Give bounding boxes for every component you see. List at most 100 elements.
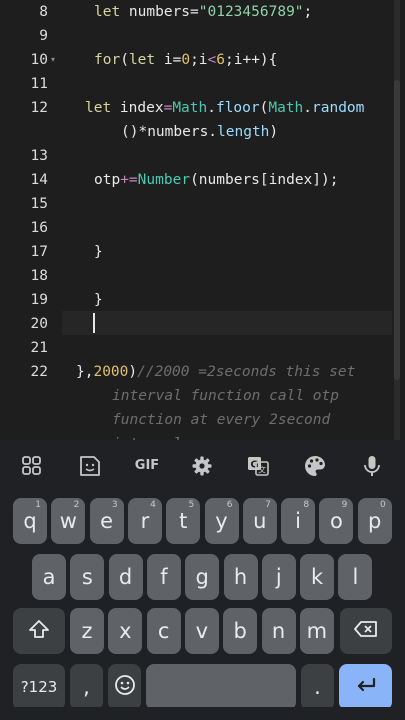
key-hint: 3 xyxy=(111,500,118,510)
code-token: Math xyxy=(268,100,304,116)
fold-arrow-icon[interactable]: ▾ xyxy=(51,55,55,64)
key-z[interactable]: z xyxy=(70,608,104,654)
key-label: k xyxy=(311,565,324,589)
comma-key[interactable]: , xyxy=(70,664,103,710)
code-text: } xyxy=(94,240,103,264)
key-f[interactable]: f xyxy=(146,554,181,600)
code-text: let index=Math.floor(Math.random xyxy=(85,96,364,120)
emoji-icon xyxy=(114,674,136,701)
code-line: 21 xyxy=(0,336,405,360)
key-label: c xyxy=(157,619,170,643)
scrollbar-thumb[interactable] xyxy=(394,80,400,380)
code-token: numbers= xyxy=(128,4,199,20)
code-token: //2000 =2seconds this set xyxy=(137,364,356,380)
gif-button[interactable]: GIF xyxy=(130,454,164,478)
code-token: ) xyxy=(128,364,138,380)
key-y[interactable]: y6 xyxy=(204,498,239,544)
code-line: 8 let numbers="0123456789"; xyxy=(0,0,405,24)
key-v[interactable]: v xyxy=(184,608,219,654)
palette-icon[interactable] xyxy=(300,454,330,478)
code-token: < xyxy=(207,52,217,68)
apps-grid-icon[interactable] xyxy=(17,454,47,478)
code-line: interval xyxy=(0,432,405,440)
key-u[interactable]: u7 xyxy=(242,498,277,544)
key-t[interactable]: t5 xyxy=(166,498,201,544)
space-bar[interactable] xyxy=(146,664,296,710)
key-o[interactable]: o9 xyxy=(319,498,354,544)
code-line: 16 xyxy=(0,216,405,240)
code-token: "0123456789" xyxy=(198,4,304,20)
code-token: = xyxy=(163,100,173,116)
key-label: v xyxy=(195,619,209,643)
key-b[interactable]: b xyxy=(223,608,258,654)
key-label: y xyxy=(215,509,228,533)
line-number: 9 xyxy=(39,28,48,44)
line-number: 8 xyxy=(39,4,48,20)
backspace-key[interactable] xyxy=(340,608,392,654)
symbols-key[interactable]: ?123 xyxy=(13,664,65,710)
key-label: r xyxy=(140,509,150,533)
code-line: 15 xyxy=(0,192,405,216)
code-token: ; xyxy=(303,4,313,20)
key-label: l xyxy=(352,565,359,589)
code-line: 14 otp+=Number(numbers[index]); xyxy=(0,168,405,192)
microphone-icon[interactable] xyxy=(357,454,387,478)
shift-arrow-icon xyxy=(28,619,50,644)
key-label: f xyxy=(160,565,168,589)
key-s[interactable]: s xyxy=(70,554,105,600)
key-g[interactable]: g xyxy=(185,554,220,600)
code-text: interval xyxy=(112,432,182,440)
code-text: let numbers="0123456789"; xyxy=(94,0,312,24)
code-token: 2000 xyxy=(93,364,129,380)
line-number: 22 xyxy=(30,364,48,380)
key-e[interactable]: e3 xyxy=(89,498,124,544)
key-label: e xyxy=(100,509,114,533)
code-token: 0 xyxy=(181,52,191,68)
enter-key[interactable] xyxy=(339,664,392,710)
key-r[interactable]: r4 xyxy=(127,498,162,544)
key-p[interactable]: p0 xyxy=(357,498,392,544)
key-label: p xyxy=(368,509,382,533)
key-label: m xyxy=(306,619,328,643)
code-token: otp xyxy=(94,172,121,188)
svg-text:文: 文 xyxy=(258,465,266,475)
key-i[interactable]: i8 xyxy=(281,498,316,544)
key-hint: 6 xyxy=(226,500,233,510)
key-a[interactable]: a xyxy=(32,554,66,600)
key-label: d xyxy=(118,565,133,589)
line-number: 10 xyxy=(30,52,48,68)
emoji-key[interactable] xyxy=(108,664,141,710)
key-j[interactable]: j xyxy=(261,554,296,600)
period-key[interactable]: . xyxy=(301,664,334,710)
shift-key[interactable] xyxy=(13,608,65,654)
code-text: otp+=Number(numbers[index]); xyxy=(94,168,338,192)
code-token: interval function call otp xyxy=(112,388,339,404)
key-q[interactable]: q1 xyxy=(13,498,47,544)
key-hint: 7 xyxy=(265,500,271,510)
key-k[interactable]: k xyxy=(300,554,335,600)
code-line: interval function call otp xyxy=(0,384,405,408)
code-token: . xyxy=(207,100,216,116)
key-d[interactable]: d xyxy=(108,554,143,600)
key-c[interactable]: c xyxy=(146,608,181,654)
key-m[interactable]: m xyxy=(299,608,334,654)
key-w[interactable]: w2 xyxy=(51,498,86,544)
gear-icon[interactable] xyxy=(187,454,217,478)
key-label: o xyxy=(329,509,343,533)
code-editor[interactable]: 8 let numbers="0123456789"; 9 10 ▾ for(let i=… xyxy=(0,0,405,440)
key-x[interactable]: x xyxy=(108,608,143,654)
code-text: for(let i=0;i<6;i++){ xyxy=(94,48,277,72)
line-number: 17 xyxy=(30,244,48,260)
key-n[interactable]: n xyxy=(261,608,296,654)
key-hint: 0 xyxy=(379,500,386,510)
translate-icon[interactable]: G 文 xyxy=(243,454,273,478)
code-token: let xyxy=(128,52,164,68)
code-line: 20 xyxy=(0,312,405,336)
sticker-icon[interactable] xyxy=(75,454,105,478)
key-l[interactable]: l xyxy=(338,554,373,600)
code-token: index xyxy=(119,100,164,116)
key-label: t xyxy=(179,509,188,533)
code-token: i= xyxy=(163,52,182,68)
line-number: 13 xyxy=(30,148,48,164)
key-h[interactable]: h xyxy=(223,554,258,600)
